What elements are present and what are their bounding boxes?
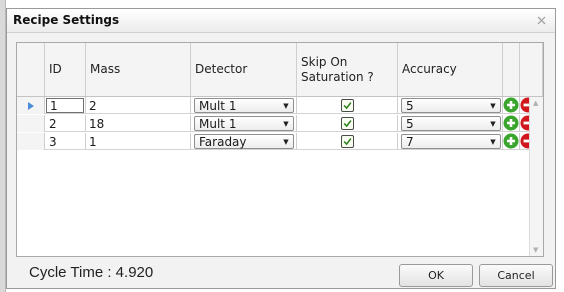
dropdown-arrow-icon: ▼ <box>490 101 496 110</box>
accuracy-dropdown[interactable]: 5 ▼ <box>401 116 501 131</box>
cell-id[interactable]: 3 <box>45 133 86 150</box>
column-header-accuracy[interactable]: Accuracy <box>398 43 503 96</box>
cell-mass-value: 2 <box>89 98 97 113</box>
cell-id-value[interactable]: 1 <box>46 98 84 113</box>
add-icon[interactable] <box>503 115 519 131</box>
cell-add <box>503 133 520 150</box>
row-selector[interactable] <box>17 115 45 132</box>
cell-skip <box>297 97 398 114</box>
column-header-mass-label: Mass <box>90 62 121 76</box>
column-header-skip-on-saturation[interactable]: Skip On Saturation ? <box>297 43 398 96</box>
close-icon[interactable] <box>536 15 547 26</box>
cell-mass[interactable]: 2 <box>86 97 191 114</box>
cell-detector: Faraday ▼ <box>191 133 297 150</box>
cell-detector: Mult 1 ▼ <box>191 97 297 114</box>
cycle-time-label: Cycle Time : 4.920 <box>29 264 154 281</box>
accuracy-dropdown-value: 5 <box>406 98 414 113</box>
current-row-arrow-icon <box>27 101 34 110</box>
cell-detector: Mult 1 ▼ <box>191 115 297 132</box>
scroll-up-icon[interactable]: ▲ <box>533 99 538 107</box>
recipe-settings-dialog: Recipe Settings ID Mass Detector Skip On… <box>6 8 556 289</box>
grid-header: ID Mass Detector Skip On Saturation ? Ac… <box>17 43 543 97</box>
row-selector[interactable] <box>17 97 45 114</box>
column-header-skip-line2: Saturation ? <box>301 69 374 84</box>
row-header-corner <box>17 43 45 96</box>
recipe-grid: ID Mass Detector Skip On Saturation ? Ac… <box>16 42 544 257</box>
column-header-accuracy-label: Accuracy <box>402 62 457 76</box>
skip-on-saturation-checkbox[interactable] <box>341 117 354 130</box>
title-bar[interactable]: Recipe Settings <box>7 9 555 33</box>
detector-dropdown[interactable]: Mult 1 ▼ <box>194 98 294 113</box>
cell-mass[interactable]: 1 <box>86 133 191 150</box>
column-header-detector-label: Detector <box>195 62 248 76</box>
column-header-id-label: ID <box>49 62 62 76</box>
ok-button[interactable]: OK <box>399 264 473 287</box>
cell-add <box>503 97 520 114</box>
dropdown-arrow-icon: ▼ <box>490 119 496 128</box>
cell-mass[interactable]: 18 <box>86 115 191 132</box>
detector-dropdown-value: Mult 1 <box>199 116 237 131</box>
dropdown-arrow-icon: ▼ <box>283 137 289 146</box>
column-header-mass[interactable]: Mass <box>86 43 191 96</box>
add-icon[interactable] <box>503 133 519 149</box>
background <box>0 0 564 8</box>
table-row[interactable]: 2 18 Mult 1 ▼ 5 ▼ <box>17 115 543 132</box>
accuracy-dropdown-value: 5 <box>406 116 414 131</box>
cell-accuracy: 5 ▼ <box>398 97 503 114</box>
dropdown-arrow-icon: ▼ <box>283 101 289 110</box>
detector-dropdown-value: Mult 1 <box>199 98 237 113</box>
cell-skip <box>297 115 398 132</box>
cell-add <box>503 115 520 132</box>
cell-id[interactable]: 2 <box>45 115 86 132</box>
add-icon[interactable] <box>503 97 519 113</box>
accuracy-dropdown-value: 7 <box>406 134 414 149</box>
cell-mass-value: 18 <box>89 116 105 131</box>
detector-dropdown[interactable]: Mult 1 ▼ <box>194 116 294 131</box>
cell-id-value: 2 <box>49 116 57 131</box>
scroll-down-icon[interactable]: ▼ <box>533 246 538 254</box>
dropdown-arrow-icon: ▼ <box>283 119 289 128</box>
vertical-scrollbar[interactable]: ▲ ▼ <box>529 97 543 256</box>
column-header-skip-line1: Skip On <box>301 54 348 69</box>
detector-dropdown[interactable]: Faraday ▼ <box>194 134 294 149</box>
detector-dropdown-value: Faraday <box>199 134 247 149</box>
column-header-detector[interactable]: Detector <box>191 43 297 96</box>
table-row[interactable]: 3 1 Faraday ▼ 7 ▼ <box>17 133 543 150</box>
column-header-id[interactable]: ID <box>45 43 86 96</box>
cell-mass-value: 1 <box>89 134 97 149</box>
column-header-add <box>503 43 520 96</box>
cancel-button[interactable]: Cancel <box>479 264 553 287</box>
row-selector[interactable] <box>17 133 45 150</box>
accuracy-dropdown[interactable]: 5 ▼ <box>401 98 501 113</box>
accuracy-dropdown[interactable]: 7 ▼ <box>401 134 501 149</box>
cell-id[interactable]: 1 <box>45 97 86 114</box>
column-header-remove <box>520 43 543 96</box>
background <box>556 8 564 292</box>
cell-skip <box>297 133 398 150</box>
skip-on-saturation-checkbox[interactable] <box>341 135 354 148</box>
cell-accuracy: 5 ▼ <box>398 115 503 132</box>
cell-id-value: 3 <box>49 134 57 149</box>
dialog-title: Recipe Settings <box>13 13 120 27</box>
cell-accuracy: 7 ▼ <box>398 133 503 150</box>
dropdown-arrow-icon: ▼ <box>490 137 496 146</box>
table-row[interactable]: 1 2 Mult 1 ▼ 5 ▼ <box>17 97 543 114</box>
skip-on-saturation-checkbox[interactable] <box>341 99 354 112</box>
